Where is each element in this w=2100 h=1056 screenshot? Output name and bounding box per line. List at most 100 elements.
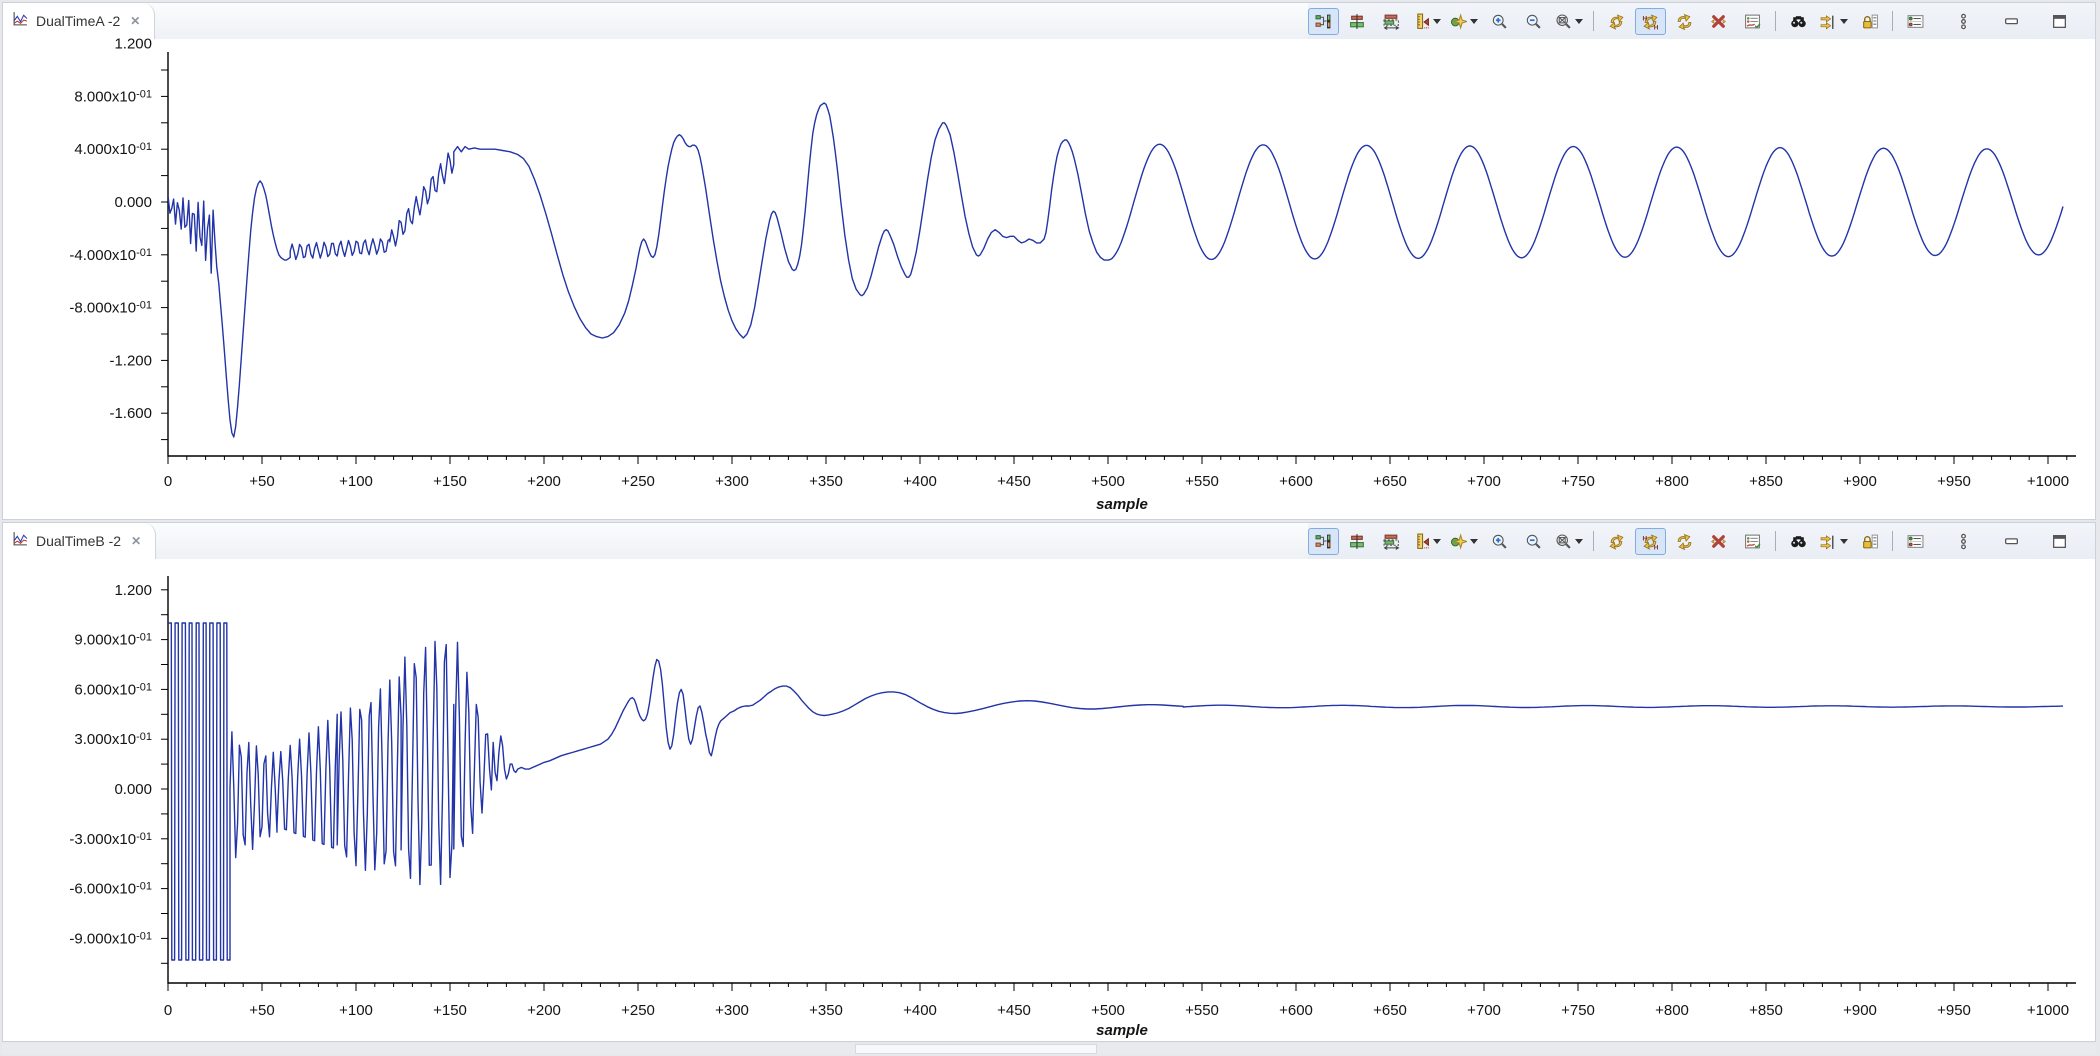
clear-fit-button[interactable] (1703, 8, 1734, 35)
tabbar-b: DualTimeB -2 ✕ HH (3, 523, 2095, 560)
chevron-down-icon[interactable] (1575, 19, 1583, 24)
align-span-button[interactable] (1376, 528, 1407, 555)
zoom-fit-button[interactable] (1552, 528, 1586, 555)
line-chart-icon (12, 530, 29, 552)
tabbar-a: DualTimeA -2 ✕ HH (3, 3, 2095, 40)
fit-vertical-icon (1608, 533, 1625, 550)
fit-vertical-button[interactable] (1601, 528, 1632, 555)
fit-all-button[interactable] (1669, 8, 1700, 35)
zoom-fit-icon (1555, 13, 1572, 30)
svg-text:H: H (1654, 24, 1659, 30)
clear-fit-icon (1710, 13, 1727, 30)
search-icon (1790, 533, 1807, 550)
align-values-icon (1349, 13, 1366, 30)
signal-list-icon (1907, 13, 1924, 30)
svg-text:H: H (1643, 535, 1648, 542)
close-icon[interactable]: ✕ (131, 534, 141, 548)
maximize-button[interactable] (2044, 528, 2075, 555)
chart-config-button[interactable] (1737, 8, 1768, 35)
signal-list-button[interactable] (1900, 528, 1931, 555)
fit-height-button[interactable]: HH (1635, 8, 1666, 35)
fit-height-icon: HH (1642, 533, 1659, 550)
zoom-in-button[interactable] (1484, 8, 1515, 35)
panel-dualtime-b: DualTimeB -2 ✕ HH (2, 522, 2096, 1042)
align-values-icon (1349, 533, 1366, 550)
align-values-button[interactable] (1342, 528, 1373, 555)
fit-all-icon (1676, 533, 1693, 550)
tab-dualtime-b[interactable]: DualTimeB -2 ✕ (3, 523, 156, 559)
chevron-down-icon[interactable] (1433, 19, 1441, 24)
chevron-down-icon[interactable] (1840, 539, 1848, 544)
signal-list-icon (1907, 533, 1924, 550)
close-icon[interactable]: ✕ (130, 14, 140, 28)
lock-scroll-icon (1861, 533, 1878, 550)
decorate-icon (1450, 533, 1467, 550)
scrollbar-thumb[interactable] (855, 1044, 1097, 1054)
align-span-icon (1383, 13, 1400, 30)
chart-config-button[interactable] (1737, 528, 1768, 555)
arrange-signals-button[interactable] (1308, 528, 1339, 555)
line-chart-icon (12, 530, 29, 547)
chart-area-b[interactable] (3, 559, 2095, 1041)
zoom-out-icon (1525, 533, 1542, 550)
ruler-options-button[interactable] (1410, 8, 1444, 35)
fit-height-button[interactable]: HH (1635, 528, 1666, 555)
lock-scroll-button[interactable] (1854, 528, 1885, 555)
fit-vertical-icon (1608, 13, 1625, 30)
chevron-down-icon[interactable] (1840, 19, 1848, 24)
lock-scroll-icon (1861, 13, 1878, 30)
zoom-out-icon (1525, 13, 1542, 30)
chart-area-a[interactable] (3, 39, 2095, 519)
clear-fit-button[interactable] (1703, 528, 1734, 555)
zoom-in-icon (1491, 13, 1508, 30)
toolbar-separator (1775, 11, 1776, 31)
lock-scroll-button[interactable] (1854, 8, 1885, 35)
chevron-down-icon[interactable] (1575, 539, 1583, 544)
maximize-button[interactable] (2044, 8, 2075, 35)
zoom-fit-button[interactable] (1552, 8, 1586, 35)
horizontal-scrollbar[interactable] (2, 1044, 2096, 1054)
chevron-down-icon[interactable] (1433, 539, 1441, 544)
goto-marker-button[interactable] (1817, 528, 1851, 555)
align-values-button[interactable] (1342, 8, 1373, 35)
toolbar-separator (1892, 531, 1893, 551)
clear-fit-icon (1710, 533, 1727, 550)
goto-marker-icon (1820, 533, 1837, 550)
minimize-button[interactable] (1996, 8, 2027, 35)
search-button[interactable] (1783, 528, 1814, 555)
arrange-signals-button[interactable] (1308, 8, 1339, 35)
zoom-in-button[interactable] (1484, 528, 1515, 555)
toolbar-separator (1892, 11, 1893, 31)
zoom-in-icon (1491, 533, 1508, 550)
align-span-button[interactable] (1376, 8, 1407, 35)
ruler-options-icon (1413, 533, 1430, 550)
search-button[interactable] (1783, 8, 1814, 35)
fit-all-button[interactable] (1669, 528, 1700, 555)
fit-all-icon (1676, 13, 1693, 30)
ruler-options-button[interactable] (1410, 528, 1444, 555)
fit-vertical-button[interactable] (1601, 8, 1632, 35)
tab-label: DualTimeA -2 (36, 13, 120, 29)
tab-dualtime-a[interactable]: DualTimeA -2 ✕ (3, 3, 155, 39)
decorate-button[interactable] (1447, 8, 1481, 35)
goto-marker-button[interactable] (1817, 8, 1851, 35)
decorate-button[interactable] (1447, 528, 1481, 555)
minimize-button[interactable] (1996, 528, 2027, 555)
minimize-icon (2003, 533, 2020, 550)
toolbar-a: HH (1308, 3, 2095, 39)
view-menu-button[interactable] (1948, 8, 1979, 35)
toolbar-separator (1593, 531, 1594, 551)
zoom-out-button[interactable] (1518, 528, 1549, 555)
view-menu-button[interactable] (1948, 528, 1979, 555)
chart-config-icon (1744, 13, 1761, 30)
signal-list-button[interactable] (1900, 8, 1931, 35)
zoom-fit-icon (1555, 533, 1572, 550)
search-icon (1790, 13, 1807, 30)
chevron-down-icon[interactable] (1470, 19, 1478, 24)
zoom-out-button[interactable] (1518, 8, 1549, 35)
svg-text:H: H (1643, 15, 1648, 22)
view-menu-icon (1955, 533, 1972, 550)
arrange-signals-icon (1315, 533, 1332, 550)
chevron-down-icon[interactable] (1470, 539, 1478, 544)
minimize-icon (2003, 13, 2020, 30)
